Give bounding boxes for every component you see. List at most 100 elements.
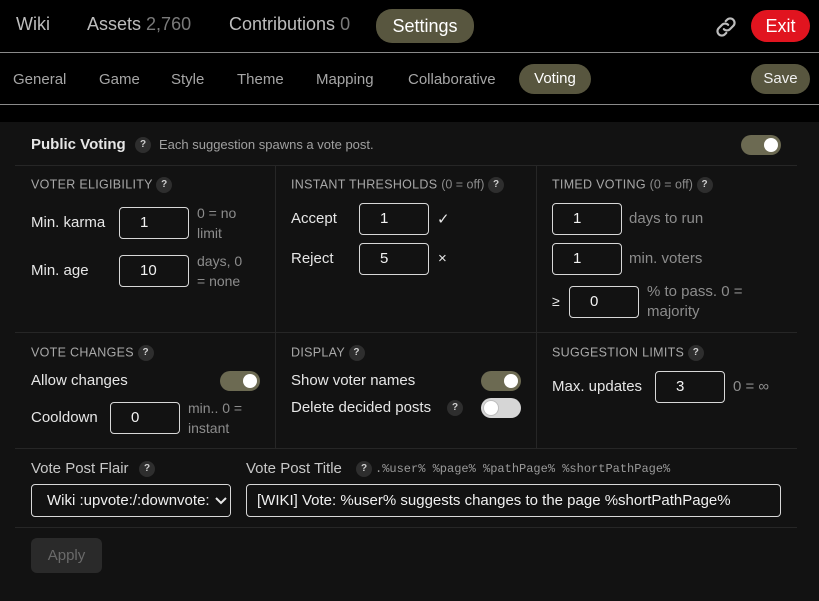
vote-post-flair-value: Wiki :upvote:/:downvote:: [47, 492, 210, 509]
min-age-label: Min. age: [31, 262, 89, 279]
divider: [15, 165, 797, 166]
allow-changes-toggle[interactable]: [220, 371, 260, 391]
cooldown-label: Cooldown: [31, 409, 98, 426]
show-voter-names-toggle[interactable]: [481, 371, 521, 391]
display-title-text: DISPLAY: [291, 345, 345, 360]
tab-collaborative[interactable]: Collaborative: [408, 71, 496, 88]
days-to-run-input[interactable]: 1: [552, 203, 622, 235]
timed-voting-help-icon[interactable]: ?: [696, 177, 713, 193]
min-voters-input[interactable]: 1: [552, 243, 622, 275]
min-age-hint-line: = none: [197, 273, 241, 289]
min-karma-label: Min. karma: [31, 214, 106, 231]
vote-post-title-label: Vote Post Title: [246, 460, 342, 477]
tab-general[interactable]: General: [13, 71, 66, 88]
contributions-count: 0: [340, 14, 351, 34]
accept-label: Accept: [291, 210, 337, 227]
reject-threshold-input[interactable]: 5: [359, 243, 429, 275]
days-to-run-label: days to run: [629, 210, 704, 227]
display-help-icon[interactable]: ?: [348, 345, 365, 361]
instant-thresholds-title-text: INSTANT THRESHOLDS: [291, 177, 438, 192]
assets-count: 2,760: [146, 14, 192, 34]
allow-changes-label: Allow changes: [31, 372, 128, 389]
chevron-down-icon: [212, 485, 230, 516]
display-title: DISPLAY ?: [291, 345, 365, 361]
voter-eligibility-title-text: VOTER ELIGIBILITY: [31, 177, 153, 192]
tab-game[interactable]: Game: [99, 71, 140, 88]
pass-percent-hint-line: majority: [647, 303, 700, 320]
divider: [536, 166, 537, 448]
max-updates-hint: 0 = ∞: [733, 378, 770, 395]
suggestion-limits-title-text: SUGGESTION LIMITS: [552, 345, 685, 360]
exit-button[interactable]: Exit: [751, 10, 810, 42]
cooldown-hint: min.. 0 = instant: [188, 398, 268, 438]
instant-thresholds-help-icon[interactable]: ?: [488, 177, 505, 193]
min-karma-input[interactable]: 1: [119, 207, 189, 239]
apply-button[interactable]: Apply: [31, 538, 102, 573]
tab-style[interactable]: Style: [171, 71, 204, 88]
vote-changes-title-text: VOTE CHANGES: [31, 345, 134, 360]
min-karma-hint-line: 0 = no: [197, 205, 237, 221]
timed-voting-subtitle: (0 = off): [649, 177, 693, 192]
delete-decided-posts-help-icon[interactable]: ?: [447, 400, 463, 416]
vote-post-title-input[interactable]: [WIKI] Vote: %user% suggests changes to …: [246, 484, 781, 517]
pass-percent-input[interactable]: 0: [569, 286, 639, 318]
reject-label: Reject: [291, 250, 334, 267]
nav-contributions[interactable]: Contributions 0: [229, 14, 350, 35]
delete-decided-posts-toggle[interactable]: [481, 398, 521, 418]
pass-symbol: ≥: [552, 293, 560, 309]
vote-changes-title: VOTE CHANGES ?: [31, 345, 154, 361]
pass-percent-hint-line: % to pass. 0 =: [647, 283, 743, 300]
voter-eligibility-title: VOTER ELIGIBILITY ?: [31, 177, 173, 193]
min-age-hint: days, 0 = none: [197, 251, 267, 291]
voting-settings-panel: [0, 122, 819, 601]
delete-decided-posts-label: Delete decided posts: [291, 399, 432, 416]
min-karma-hint: 0 = no limit: [197, 203, 267, 243]
nav-assets[interactable]: Assets 2,760: [87, 14, 191, 35]
nav-contributions-label: Contributions: [229, 14, 336, 34]
nav-wiki[interactable]: Wiki: [16, 14, 50, 35]
check-icon: ✓: [437, 211, 450, 228]
max-updates-label: Max. updates: [552, 378, 643, 395]
nav-settings[interactable]: Settings: [376, 9, 474, 43]
accept-threshold-input[interactable]: 1: [359, 203, 429, 235]
voter-eligibility-help-icon[interactable]: ?: [156, 177, 173, 193]
suggestion-limits-help-icon[interactable]: ?: [687, 345, 704, 361]
show-voter-names-label: Show voter names: [291, 372, 416, 389]
min-karma-hint-line: limit: [197, 225, 222, 241]
min-age-hint-line: days, 0: [197, 253, 243, 269]
vote-changes-help-icon[interactable]: ?: [137, 345, 154, 361]
cooldown-hint-line: instant: [188, 420, 230, 436]
public-voting-help-icon[interactable]: ?: [135, 137, 151, 153]
divider: [275, 166, 276, 448]
instant-thresholds-subtitle: (0 = off): [441, 177, 485, 192]
title-placeholders: .%user% %page% %pathPage% %shortPathPage…: [375, 462, 671, 476]
public-voting-description: Each suggestion spawns a vote post.: [159, 137, 374, 152]
tab-theme[interactable]: Theme: [237, 71, 284, 88]
cooldown-input[interactable]: 0: [110, 402, 180, 434]
public-voting-title: Public Voting: [31, 136, 126, 153]
nav-assets-label: Assets: [87, 14, 142, 34]
tab-mapping[interactable]: Mapping: [316, 71, 374, 88]
vote-post-flair-label: Vote Post Flair: [31, 460, 129, 477]
max-updates-input[interactable]: 3: [655, 371, 725, 403]
instant-thresholds-title: INSTANT THRESHOLDS (0 = off) ?: [291, 177, 505, 193]
save-button[interactable]: Save: [751, 64, 810, 94]
public-voting-toggle[interactable]: [741, 135, 781, 155]
suggestion-limits-title: SUGGESTION LIMITS ?: [552, 345, 704, 361]
settings-tabs: General Game Style Theme Mapping Collabo…: [0, 54, 819, 105]
tab-voting[interactable]: Voting: [519, 64, 591, 94]
vote-post-flair-help-icon[interactable]: ?: [139, 461, 155, 477]
top-bar: Wiki Assets 2,760 Contributions 0 Settin…: [0, 0, 819, 53]
vote-post-flair-select[interactable]: Wiki :upvote:/:downvote:: [31, 484, 231, 517]
divider: [15, 332, 797, 333]
vote-post-title-value: [WIKI] Vote: %user% suggests changes to …: [257, 492, 731, 509]
min-age-input[interactable]: 10: [119, 255, 189, 287]
cross-icon: ×: [438, 250, 447, 267]
divider: [15, 448, 797, 449]
timed-voting-title-text: TIMED VOTING: [552, 177, 646, 192]
cooldown-hint-line: min.. 0 =: [188, 400, 243, 416]
divider: [15, 527, 797, 528]
link-icon[interactable]: [713, 14, 739, 40]
vote-post-title-help-icon[interactable]: ?: [356, 461, 372, 477]
min-voters-label: min. voters: [629, 250, 703, 267]
